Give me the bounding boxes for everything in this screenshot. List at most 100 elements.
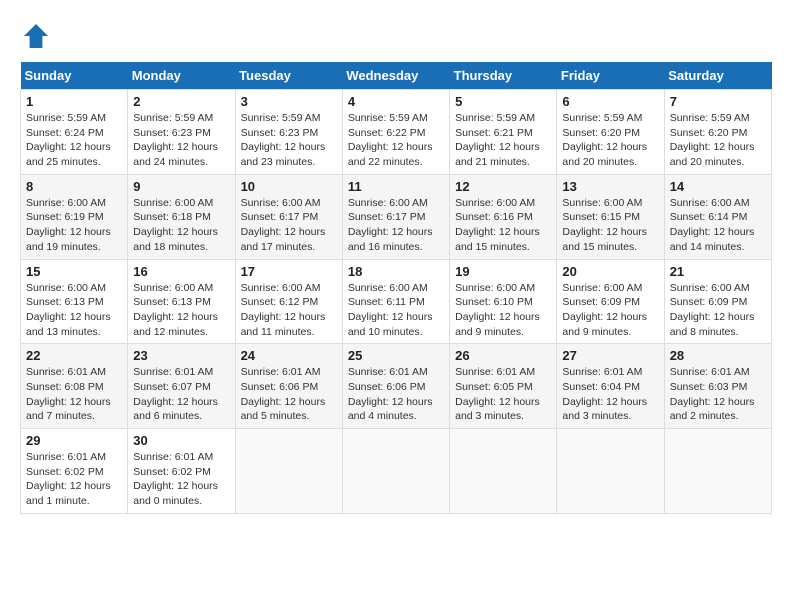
calendar-day-cell <box>557 429 664 514</box>
calendar-day-cell <box>450 429 557 514</box>
day-info: Sunrise: 5:59 AMSunset: 6:21 PMDaylight:… <box>455 111 551 170</box>
day-info: Sunrise: 5:59 AMSunset: 6:22 PMDaylight:… <box>348 111 444 170</box>
day-info: Sunrise: 6:00 AMSunset: 6:13 PMDaylight:… <box>133 281 229 340</box>
calendar-day-cell: 26Sunrise: 6:01 AMSunset: 6:05 PMDayligh… <box>450 344 557 429</box>
day-info: Sunrise: 6:01 AMSunset: 6:06 PMDaylight:… <box>348 365 444 424</box>
calendar-week-row: 8Sunrise: 6:00 AMSunset: 6:19 PMDaylight… <box>21 174 772 259</box>
calendar-week-row: 15Sunrise: 6:00 AMSunset: 6:13 PMDayligh… <box>21 259 772 344</box>
calendar-day-cell: 21 Sunrise: 6:00 AMSunset: 6:09 PMDayligh… <box>664 259 771 344</box>
calendar-day-cell: 11 Sunrise: 6:00 AMSunset: 6:17 PMDayligh… <box>342 174 449 259</box>
calendar-day-cell: 9 Sunrise: 6:00 AMSunset: 6:18 PMDaylight… <box>128 174 235 259</box>
day-number: 30 <box>133 433 229 448</box>
calendar-day-cell: 30 Sunrise: 6:01 AMSunset: 6:02 PMDayligh… <box>128 429 235 514</box>
weekday-header: Saturday <box>664 62 771 90</box>
calendar-week-row: 29 Sunrise: 6:01 AMSunset: 6:02 PMDayligh… <box>21 429 772 514</box>
calendar-day-cell: 10Sunrise: 6:00 AMSunset: 6:17 PMDayligh… <box>235 174 342 259</box>
day-info: Sunrise: 6:01 AMSunset: 6:08 PMDaylight:… <box>26 365 122 424</box>
day-number: 26 <box>455 348 551 363</box>
day-info: Sunrise: 6:00 AMSunset: 6:15 PMDaylight:… <box>562 196 658 255</box>
day-info: Sunrise: 6:00 AMSunset: 6:17 PMDaylight:… <box>348 196 444 255</box>
calendar-day-cell <box>664 429 771 514</box>
day-number: 25 <box>348 348 444 363</box>
day-info: Sunrise: 6:00 AMSunset: 6:16 PMDaylight:… <box>455 196 551 255</box>
day-number: 18 <box>348 264 444 279</box>
calendar-day-cell: 8Sunrise: 6:00 AMSunset: 6:19 PMDaylight… <box>21 174 128 259</box>
day-number: 13 <box>562 179 658 194</box>
day-info: Sunrise: 5:59 AMSunset: 6:24 PMDaylight:… <box>26 111 122 170</box>
day-info: Sunrise: 6:01 AMSunset: 6:04 PMDaylight:… <box>562 365 658 424</box>
calendar-day-cell: 19 Sunrise: 6:00 AMSunset: 6:10 PMDayligh… <box>450 259 557 344</box>
day-number: 14 <box>670 179 766 194</box>
day-info: Sunrise: 6:01 AMSunset: 6:07 PMDaylight:… <box>133 365 229 424</box>
day-info: Sunrise: 6:01 AMSunset: 6:02 PMDaylight:… <box>26 450 122 509</box>
calendar-week-row: 22Sunrise: 6:01 AMSunset: 6:08 PMDayligh… <box>21 344 772 429</box>
day-number: 27 <box>562 348 658 363</box>
calendar-day-cell: 17 Sunrise: 6:00 AMSunset: 6:12 PMDayligh… <box>235 259 342 344</box>
calendar-header-row: SundayMondayTuesdayWednesdayThursdayFrid… <box>21 62 772 90</box>
day-info: Sunrise: 6:00 AMSunset: 6:14 PMDaylight:… <box>670 196 766 255</box>
day-number: 24 <box>241 348 337 363</box>
calendar-day-cell: 13 Sunrise: 6:00 AMSunset: 6:15 PMDayligh… <box>557 174 664 259</box>
day-number: 16 <box>133 264 229 279</box>
calendar-day-cell: 27 Sunrise: 6:01 AMSunset: 6:04 PMDayligh… <box>557 344 664 429</box>
calendar-day-cell: 20 Sunrise: 6:00 AMSunset: 6:09 PMDayligh… <box>557 259 664 344</box>
page-header <box>20 20 772 52</box>
calendar-day-cell: 16 Sunrise: 6:00 AMSunset: 6:13 PMDayligh… <box>128 259 235 344</box>
day-info: Sunrise: 6:00 AMSunset: 6:13 PMDaylight:… <box>26 281 122 340</box>
calendar-body: 1 Sunrise: 5:59 AMSunset: 6:24 PMDaylight… <box>21 90 772 514</box>
day-number: 12 <box>455 179 551 194</box>
calendar-day-cell: 12 Sunrise: 6:00 AMSunset: 6:16 PMDayligh… <box>450 174 557 259</box>
calendar-day-cell <box>235 429 342 514</box>
day-info: Sunrise: 5:59 AMSunset: 6:23 PMDaylight:… <box>133 111 229 170</box>
day-info: Sunrise: 6:00 AMSunset: 6:09 PMDaylight:… <box>670 281 766 340</box>
calendar-day-cell: 7 Sunrise: 5:59 AMSunset: 6:20 PMDaylight… <box>664 90 771 175</box>
day-info: Sunrise: 6:00 AMSunset: 6:11 PMDaylight:… <box>348 281 444 340</box>
calendar-day-cell <box>342 429 449 514</box>
calendar-day-cell: 18 Sunrise: 6:00 AMSunset: 6:11 PMDayligh… <box>342 259 449 344</box>
weekday-header: Sunday <box>21 62 128 90</box>
calendar-day-cell: 23Sunrise: 6:01 AMSunset: 6:07 PMDayligh… <box>128 344 235 429</box>
day-info: Sunrise: 6:00 AMSunset: 6:12 PMDaylight:… <box>241 281 337 340</box>
day-info: Sunrise: 5:59 AMSunset: 6:20 PMDaylight:… <box>562 111 658 170</box>
calendar-day-cell: 29 Sunrise: 6:01 AMSunset: 6:02 PMDayligh… <box>21 429 128 514</box>
day-number: 20 <box>562 264 658 279</box>
day-number: 29 <box>26 433 122 448</box>
logo <box>20 20 56 52</box>
day-number: 1 <box>26 94 122 109</box>
calendar-day-cell: 25 Sunrise: 6:01 AMSunset: 6:06 PMDayligh… <box>342 344 449 429</box>
calendar-day-cell: 4Sunrise: 5:59 AMSunset: 6:22 PMDaylight… <box>342 90 449 175</box>
day-info: Sunrise: 5:59 AMSunset: 6:23 PMDaylight:… <box>241 111 337 170</box>
calendar-day-cell: 24 Sunrise: 6:01 AMSunset: 6:06 PMDayligh… <box>235 344 342 429</box>
calendar-day-cell: 1 Sunrise: 5:59 AMSunset: 6:24 PMDaylight… <box>21 90 128 175</box>
day-number: 19 <box>455 264 551 279</box>
day-number: 2 <box>133 94 229 109</box>
day-info: Sunrise: 6:01 AMSunset: 6:06 PMDaylight:… <box>241 365 337 424</box>
logo-icon <box>20 20 52 52</box>
day-number: 17 <box>241 264 337 279</box>
weekday-header: Monday <box>128 62 235 90</box>
day-number: 3 <box>241 94 337 109</box>
day-info: Sunrise: 6:01 AMSunset: 6:02 PMDaylight:… <box>133 450 229 509</box>
day-number: 5 <box>455 94 551 109</box>
calendar-day-cell: 22Sunrise: 6:01 AMSunset: 6:08 PMDayligh… <box>21 344 128 429</box>
day-number: 8 <box>26 179 122 194</box>
weekday-header: Wednesday <box>342 62 449 90</box>
day-number: 7 <box>670 94 766 109</box>
day-info: Sunrise: 6:01 AMSunset: 6:03 PMDaylight:… <box>670 365 766 424</box>
weekday-header: Friday <box>557 62 664 90</box>
calendar-day-cell: 5 Sunrise: 5:59 AMSunset: 6:21 PMDaylight… <box>450 90 557 175</box>
day-info: Sunrise: 5:59 AMSunset: 6:20 PMDaylight:… <box>670 111 766 170</box>
day-number: 11 <box>348 179 444 194</box>
day-info: Sunrise: 6:00 AMSunset: 6:09 PMDaylight:… <box>562 281 658 340</box>
day-info: Sunrise: 6:00 AMSunset: 6:10 PMDaylight:… <box>455 281 551 340</box>
calendar-day-cell: 3 Sunrise: 5:59 AMSunset: 6:23 PMDaylight… <box>235 90 342 175</box>
calendar-table: SundayMondayTuesdayWednesdayThursdayFrid… <box>20 62 772 514</box>
day-number: 6 <box>562 94 658 109</box>
day-number: 21 <box>670 264 766 279</box>
calendar-day-cell: 2 Sunrise: 5:59 AMSunset: 6:23 PMDaylight… <box>128 90 235 175</box>
day-info: Sunrise: 6:00 AMSunset: 6:18 PMDaylight:… <box>133 196 229 255</box>
day-number: 9 <box>133 179 229 194</box>
calendar-day-cell: 15Sunrise: 6:00 AMSunset: 6:13 PMDayligh… <box>21 259 128 344</box>
calendar-week-row: 1 Sunrise: 5:59 AMSunset: 6:24 PMDaylight… <box>21 90 772 175</box>
weekday-header: Thursday <box>450 62 557 90</box>
